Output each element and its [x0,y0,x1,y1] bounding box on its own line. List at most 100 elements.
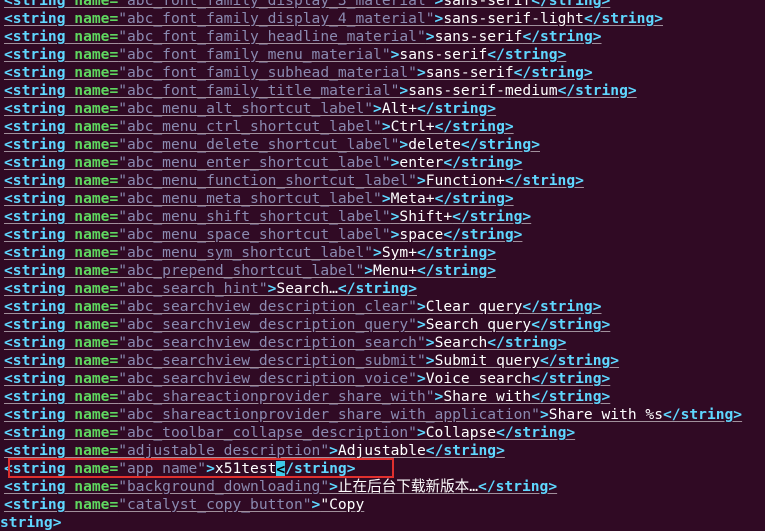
xml-text-content: sans-serif [443,0,532,9]
xml-attr-name: name= [65,82,119,99]
xml-line: <string name="abc_searchview_description… [4,298,602,316]
xml-attr-name: name= [65,280,119,297]
xml-text-content: Search [434,334,488,351]
xml-line: <string name="abc_toolbar_collapse_descr… [4,424,575,442]
xml-open-tag: <string [4,100,66,117]
xml-line: <string name="background_downloading">止在… [4,478,557,496]
xml-tag-end: > [539,406,549,423]
xml-tag-end: > [399,136,409,153]
xml-text-content: Submit query [434,352,540,369]
xml-open-tag: string> [0,514,62,531]
xml-text-content: Meta+ [390,190,435,207]
xml-open-tag: <string [4,460,66,477]
xml-attr-name: name= [65,298,119,315]
xml-open-tag: <string [4,298,66,315]
xml-line: <string name="abc_font_family_display_3_… [4,0,610,10]
xml-text-content: Adjustable [337,442,426,459]
xml-attr-value: "abc_font_family_headline_material" [118,28,426,45]
xml-line: <string name="abc_menu_enter_shortcut_la… [4,154,522,172]
xml-attr-value: "abc_menu_alt_shortcut_label" [118,100,374,117]
xml-close-tag: </string> [583,10,664,27]
xml-text-content: Shift+ [399,208,453,225]
xml-attr-value: "abc_prepend_shortcut_label" [118,262,365,279]
xml-line: <string name="abc_prepend_shortcut_label… [4,262,496,280]
xml-tag-end: > [416,370,426,387]
xml-close-tag: </string> [425,442,505,459]
xml-attr-value: "abc_toolbar_collapse_description" [118,424,417,441]
xml-line: <string name="abc_shareactionprovider_sh… [4,388,610,406]
xml-text-content: space [399,226,444,243]
xml-tag-end: > [416,64,426,81]
xml-text-content: sans-serif-medium [408,82,558,99]
xml-open-tag: <string [4,388,66,405]
xml-open-tag: <string [4,442,66,459]
xml-open-tag: <string [4,118,66,135]
xml-attr-name: name= [65,172,119,189]
xml-tag-end: > [329,442,338,459]
xml-line: <string name="abc_menu_sym_shortcut_labe… [4,244,496,262]
xml-line: <string name="abc_searchview_description… [4,370,610,388]
xml-text-content: sans-serif [425,64,514,81]
xml-attr-value: "abc_menu_function_shortcut_label" [118,172,417,189]
xml-attr-name: name= [65,28,119,45]
xml-close-tag: /string> [285,460,356,477]
xml-text-content: Share with [443,388,532,405]
xml-attr-name: name= [65,478,119,495]
xml-tag-end: > [381,118,391,135]
xml-attr-value: "background_downloading" [118,478,330,495]
xml-text-content: Sym+ [381,244,417,261]
xml-text-content: 止在后台下载新版本… [337,478,479,495]
xml-text-content: Ctrl+ [390,118,435,135]
xml-text-content: sans-serif [399,46,488,63]
xml-open-tag: <string [4,46,66,63]
xml-attr-value: "abc_searchview_description_query" [118,316,417,333]
xml-attr-value: "abc_shareactionprovider_share_with_appl… [118,406,540,423]
xml-text-content: Menu+ [373,262,417,279]
xml-tag-end: > [425,352,435,369]
xml-attr-value: "abc_searchview_description_voice" [118,370,417,387]
xml-open-tag: <string [4,136,66,153]
terminal-window[interactable]: <string name= "abc_font_family_display_3_… [0,0,765,531]
xml-open-tag: <string [4,172,66,189]
xml-close-tag: </string> [443,154,523,171]
xml-close-tag: </string> [417,244,497,261]
xml-tag-end: > [373,100,382,117]
xml-attr-value: "abc_menu_shift_shortcut_label" [118,208,391,225]
xml-close-tag: </string> [478,478,558,495]
xml-attr-value: "adjustable_description" [118,442,330,459]
xml-line: <string name="abc_menu_function_shortcut… [4,172,584,190]
xml-attr-value: "catalyst_copy_button" [118,496,312,513]
xml-text-content: Search query [425,316,532,333]
xml-attr-name: name= [65,226,119,243]
xml-close-tag: </string> [434,118,514,135]
xml-tag-end: > [373,244,382,261]
xml-open-tag: <string [4,406,66,423]
xml-close-tag: </string> [531,388,611,405]
xml-open-tag: <string [4,154,66,171]
xml-text-content: Voice search [425,370,532,387]
xml-attr-value: "abc_menu_enter_shortcut_label" [118,154,391,171]
xml-open-tag: <string [4,190,66,207]
xml-text-content: Function+ [425,172,505,189]
xml-close-tag: </string> [496,424,576,441]
xml-open-tag: <string [4,316,66,333]
xml-attr-name: name= [65,208,119,225]
xml-open-tag: <string [4,244,66,261]
xml-attr-value: "abc_searchview_description_search" [118,334,426,351]
xml-text-content: enter [399,154,444,171]
xml-attr-name: name= [65,406,119,423]
xml-attr-value: "abc_menu_meta_shortcut_label" [118,190,382,207]
xml-attr-name: name= [65,46,119,63]
xml-text-content: sans-serif-light [443,10,584,27]
xml-tag-end: > [399,82,409,99]
xml-attr-name: name= [65,100,119,117]
xml-attr-name: name= [65,442,119,459]
xml-tag-end: > [381,190,391,207]
xml-attr-value: "abc_font_family_subhead_material" [118,64,417,81]
xml-attr-name: name= [65,334,119,351]
xml-attr-name: name= [65,0,119,9]
xml-tag-end: > [425,334,435,351]
xml-tag-end: > [416,298,426,315]
xml-attr-name: name= [65,190,119,207]
xml-text-content: x51test [214,460,277,477]
